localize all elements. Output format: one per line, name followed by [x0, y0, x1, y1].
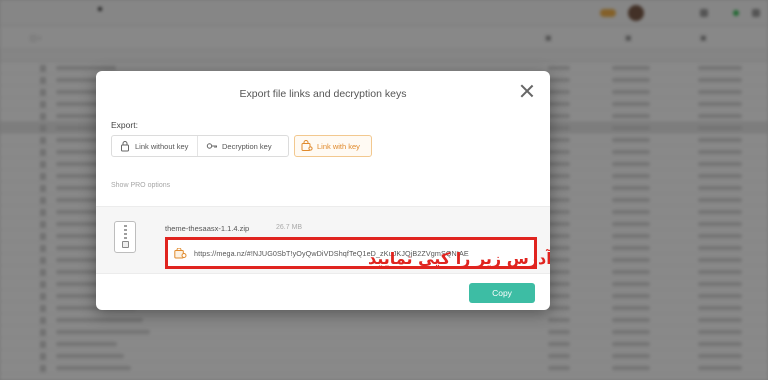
link-lock-icon — [301, 140, 313, 151]
link-without-key-button[interactable]: Link without key — [112, 136, 198, 156]
zip-file-icon — [114, 221, 136, 253]
dialog-title: Export file links and decryption keys — [239, 88, 407, 100]
file-name: theme-thesaasx-1.1.4.zip — [165, 224, 250, 233]
copy-button[interactable]: Copy — [469, 283, 535, 303]
close-icon[interactable] — [520, 84, 534, 98]
link-with-key-label: Link with key — [317, 141, 360, 151]
file-size: 26.7 MB — [276, 224, 303, 231]
export-option-group: Link without key Decryption key — [111, 135, 289, 157]
link-lock-icon — [174, 248, 187, 259]
export-dialog: Export file links and decryption keys Ex… — [96, 71, 550, 310]
link-without-key-label: Link without key — [135, 141, 189, 151]
decryption-key-label: Decryption key — [222, 141, 272, 151]
copy-instruction-annotation: آدرس زیر را کپی نمایید — [368, 249, 550, 268]
export-label: Export: — [111, 120, 138, 130]
key-icon — [206, 143, 217, 149]
link-with-key-button[interactable]: Link with key — [294, 135, 372, 157]
decryption-key-button[interactable]: Decryption key — [198, 136, 288, 156]
show-pro-options-link[interactable]: Show PRO options — [111, 182, 170, 189]
lock-icon — [121, 141, 129, 152]
